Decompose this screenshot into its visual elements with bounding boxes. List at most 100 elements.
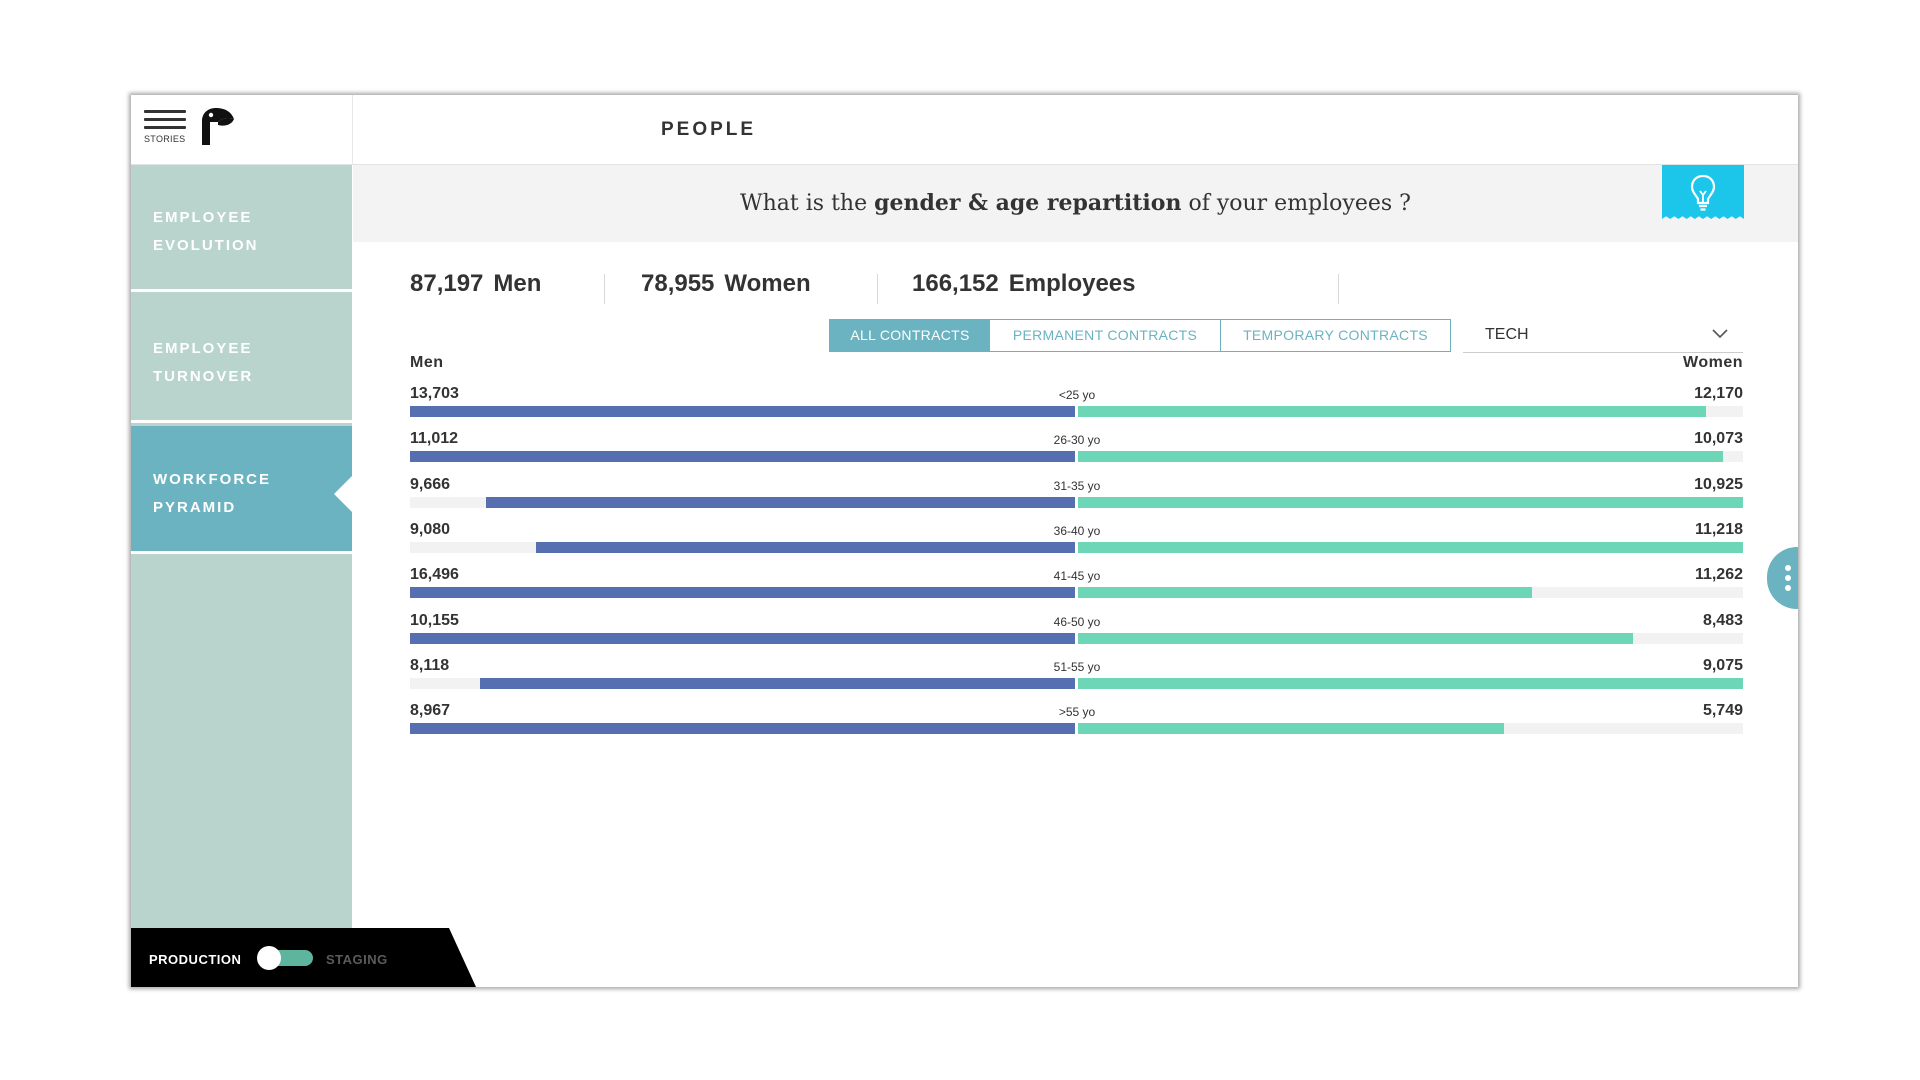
sidebar-item-label: TURNOVER [153,368,254,385]
stat-divider [877,274,878,304]
women-value-label: 10,073 [1694,430,1743,448]
stories-menu-button[interactable]: STORIES [144,110,186,150]
women-bar[interactable] [1078,632,1634,644]
men-value-label: 10,155 [410,611,459,629]
women-bar[interactable] [1078,587,1533,599]
vertical-dots-icon [1785,565,1791,571]
toggle-knob [257,946,281,970]
staging-label: STAGING [326,952,388,967]
men-value-label: 16,496 [410,566,459,584]
sidebar-item-label: EMPLOYEE [153,209,253,226]
stat-women: 78,955 Women [641,270,811,298]
department-dropdown[interactable]: TECH [1463,319,1743,353]
pyramid-row: 10,155 46-50 yo 8,483 [410,612,1743,648]
stat-women-label: Women [724,270,811,297]
stories-label: STORIES [144,134,186,144]
logo-area: STORIES [131,95,353,164]
women-bar[interactable] [1078,496,1743,508]
tip-button[interactable] [1662,164,1744,219]
sidebar-item-employee-turnover[interactable]: EMPLOYEE TURNOVER [131,295,352,423]
column-header-women: Women [1683,354,1743,371]
question-text: What is the gender & age repartition of … [353,190,1798,216]
age-group-label: <25 yo [1058,388,1096,402]
stat-men-label: Men [493,270,542,297]
age-group-label: 51-55 yo [1053,659,1101,674]
stat-employees-label: Employees [1008,270,1136,297]
stat-women-value: 78,955 [641,270,715,297]
age-group-label: >55 yo [1058,705,1096,720]
workforce-pyramid-chart: 13,703 <25 yo 12,170 11,012 26-30 yo 10,073 9,… [410,385,1743,805]
sidebar-item-label: EVOLUTION [153,237,259,254]
women-bar[interactable] [1078,723,1504,735]
filter-permanent-contracts[interactable]: PERMANENT CONTRACTS [990,319,1221,352]
women-bar[interactable] [1078,451,1724,463]
pyramid-row: 13,703 <25 yo 12,170 [410,385,1743,421]
question-post: of your employees ? [1181,191,1411,216]
column-header-men: Men [410,354,444,371]
men-value-label: 9,666 [410,475,451,493]
lightbulb-icon [1690,174,1716,211]
men-bar[interactable] [410,587,1075,599]
men-bar[interactable] [410,723,1075,735]
sidebar-item-label: PYRAMID [153,499,237,516]
department-value: TECH [1485,326,1529,343]
women-bar[interactable] [1078,677,1743,689]
women-value-label: 9,075 [1702,656,1743,674]
men-bar[interactable] [479,677,1075,689]
sidebar-item-label: EMPLOYEE [153,340,253,357]
men-value-label: 11,012 [410,430,459,448]
pyramid-row: 11,012 26-30 yo 10,073 [410,430,1743,466]
women-value-label: 10,925 [1694,475,1743,493]
men-value-label: 8,967 [410,702,451,720]
question-pre: What is the [740,191,875,216]
age-group-label: 26-30 yo [1053,433,1101,448]
stat-employees: 166,152 Employees [912,270,1136,298]
filter-all-contracts[interactable]: ALL CONTRACTS [829,319,991,352]
top-bar: STORIES PEOPLE [131,95,1798,165]
hamburger-icon-bar [144,126,186,129]
pyramid-row: 8,118 51-55 yo 9,075 [410,657,1743,693]
sidebar: EMPLOYEE EVOLUTION EMPLOYEE TURNOVER WOR… [131,164,352,987]
pyramid-row: 9,666 31-35 yo 10,925 [410,476,1743,512]
age-group-label: 41-45 yo [1053,569,1101,584]
hamburger-icon [144,110,186,113]
stat-divider [1338,274,1339,304]
men-bar[interactable] [486,496,1075,508]
pyramid-row: 8,967 >55 yo 5,749 [410,702,1743,738]
men-bar[interactable] [410,406,1075,417]
pyramid-row: 9,080 36-40 yo 11,218 [410,521,1743,557]
women-value-label: 11,218 [1694,520,1743,538]
men-value-label: 9,080 [410,520,451,538]
age-group-label: 36-40 yo [1053,523,1101,538]
women-bar[interactable] [1078,406,1707,417]
stat-men: 87,197 Men [410,270,541,298]
men-value-label: 8,118 [410,656,450,674]
question-bold: gender & age repartition [874,190,1182,216]
chevron-down-icon [1712,329,1728,339]
vertical-dots-icon-dot [1785,585,1791,591]
women-value-label: 8,483 [1702,611,1743,629]
men-bar[interactable] [536,541,1075,553]
stat-men-value: 87,197 [410,270,484,297]
toucan-logo-icon [202,108,234,145]
sidebar-item-label: WORKFORCE [153,471,271,488]
environment-toggle[interactable] [257,946,313,970]
men-bar[interactable] [410,632,1075,644]
environment-switch-bar: PRODUCTION STAGING [131,928,476,987]
stat-divider [604,274,605,304]
vertical-dots-icon-dot [1785,575,1791,581]
sidebar-item-workforce-pyramid[interactable]: WORKFORCE PYRAMID [131,426,352,554]
women-bar[interactable] [1078,541,1743,553]
hamburger-icon-bar [144,118,186,121]
men-value-label: 13,703 [410,385,459,402]
more-options-button[interactable] [1767,547,1798,609]
women-value-label: 5,749 [1702,702,1743,720]
page-title: PEOPLE [661,119,757,140]
men-bar[interactable] [410,451,1075,463]
production-label: PRODUCTION [149,952,242,967]
sidebar-item-employee-evolution[interactable]: EMPLOYEE EVOLUTION [131,164,352,292]
pyramid-row: 16,496 41-45 yo 11,262 [410,566,1743,602]
age-group-label: 31-35 yo [1053,478,1101,493]
women-value-label: 11,262 [1694,566,1743,584]
filter-temporary-contracts[interactable]: TEMPORARY CONTRACTS [1220,319,1451,352]
